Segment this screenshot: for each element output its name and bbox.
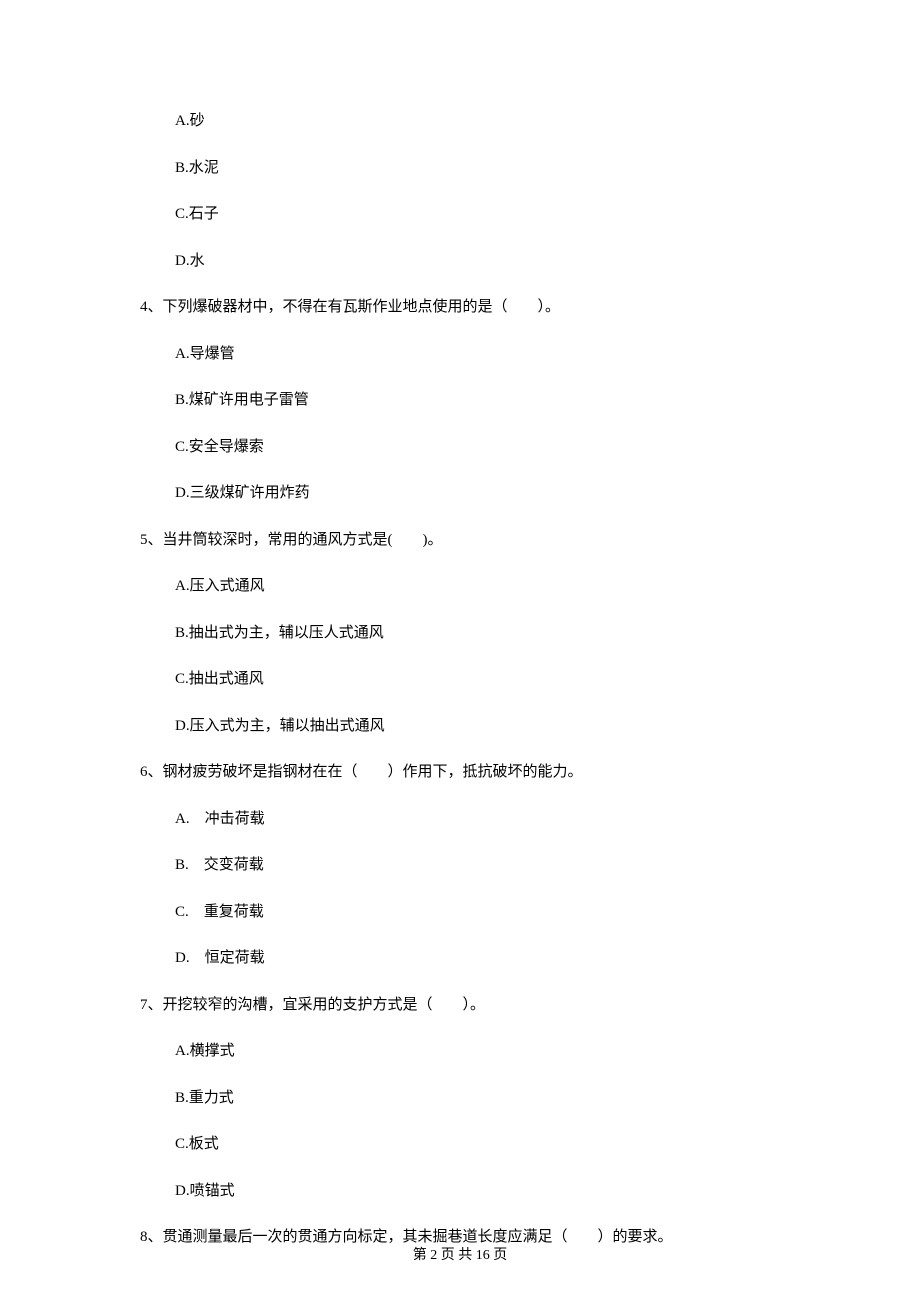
q7-text: 7、开挖较窄的沟槽，宜采用的支护方式是（ ）。	[140, 994, 780, 1017]
option-text: C. 重复荷载	[175, 904, 264, 920]
q4-text: 4、下列爆破器材中，不得在有瓦斯作业地点使用的是（ ）。	[140, 296, 780, 319]
option-text: A.砂	[175, 113, 205, 129]
question-text: 4、下列爆破器材中，不得在有瓦斯作业地点使用的是（ ）。	[140, 299, 560, 315]
option-text: D. 恒定荷载	[175, 950, 265, 966]
q5-option-c: C.抽出式通风	[140, 668, 780, 691]
q6-option-b: B. 交变荷载	[140, 854, 780, 877]
question-text: 7、开挖较窄的沟槽，宜采用的支护方式是（ ）。	[140, 997, 485, 1013]
q4-option-a: A.导爆管	[140, 343, 780, 366]
q7-option-b: B.重力式	[140, 1087, 780, 1110]
q5-option-d: D.压入式为主，辅以抽出式通风	[140, 715, 780, 738]
option-text: A.压入式通风	[175, 578, 265, 594]
q6-option-d: D. 恒定荷载	[140, 947, 780, 970]
option-text: D.水	[175, 253, 205, 269]
q7-option-d: D.喷锚式	[140, 1180, 780, 1203]
q4-option-d: D.三级煤矿许用炸药	[140, 482, 780, 505]
option-text: B.抽出式为主，辅以压人式通风	[175, 625, 384, 641]
q3-option-a: A.砂	[140, 110, 780, 133]
q3-option-c: C.石子	[140, 203, 780, 226]
q4-option-c: C.安全导爆索	[140, 436, 780, 459]
question-text: 6、钢材疲劳破坏是指钢材在在（ ）作用下，抵抗破坏的能力。	[140, 764, 583, 780]
option-text: D.压入式为主，辅以抽出式通风	[175, 718, 385, 734]
q7-option-c: C.板式	[140, 1133, 780, 1156]
page-content: A.砂 B.水泥 C.石子 D.水 4、下列爆破器材中，不得在有瓦斯作业地点使用…	[0, 0, 920, 1249]
q7-option-a: A.横撑式	[140, 1040, 780, 1063]
question-text: 8、贯通测量最后一次的贯通方向标定，其未掘巷道长度应满足（ ）的要求。	[140, 1229, 673, 1245]
option-text: C.石子	[175, 206, 219, 222]
option-text: C.抽出式通风	[175, 671, 264, 687]
option-text: D.喷锚式	[175, 1183, 235, 1199]
q5-option-a: A.压入式通风	[140, 575, 780, 598]
q6-text: 6、钢材疲劳破坏是指钢材在在（ ）作用下，抵抗破坏的能力。	[140, 761, 780, 784]
option-text: C.板式	[175, 1136, 219, 1152]
q3-option-d: D.水	[140, 250, 780, 273]
option-text: B.水泥	[175, 160, 219, 176]
q3-option-b: B.水泥	[140, 157, 780, 180]
option-text: C.安全导爆索	[175, 439, 264, 455]
option-text: B.煤矿许用电子雷管	[175, 392, 309, 408]
question-text: 5、当井筒较深时，常用的通风方式是( )。	[140, 532, 443, 548]
option-text: B. 交变荷载	[175, 857, 264, 873]
option-text: A. 冲击荷载	[175, 811, 265, 827]
footer-text: 第 2 页 共 16 页	[413, 1248, 508, 1263]
option-text: B.重力式	[175, 1090, 234, 1106]
q6-option-a: A. 冲击荷载	[140, 808, 780, 831]
option-text: A.横撑式	[175, 1043, 235, 1059]
page-footer: 第 2 页 共 16 页	[0, 1245, 920, 1266]
option-text: D.三级煤矿许用炸药	[175, 485, 310, 501]
q5-option-b: B.抽出式为主，辅以压人式通风	[140, 622, 780, 645]
q6-option-c: C. 重复荷载	[140, 901, 780, 924]
q4-option-b: B.煤矿许用电子雷管	[140, 389, 780, 412]
q5-text: 5、当井筒较深时，常用的通风方式是( )。	[140, 529, 780, 552]
option-text: A.导爆管	[175, 346, 235, 362]
